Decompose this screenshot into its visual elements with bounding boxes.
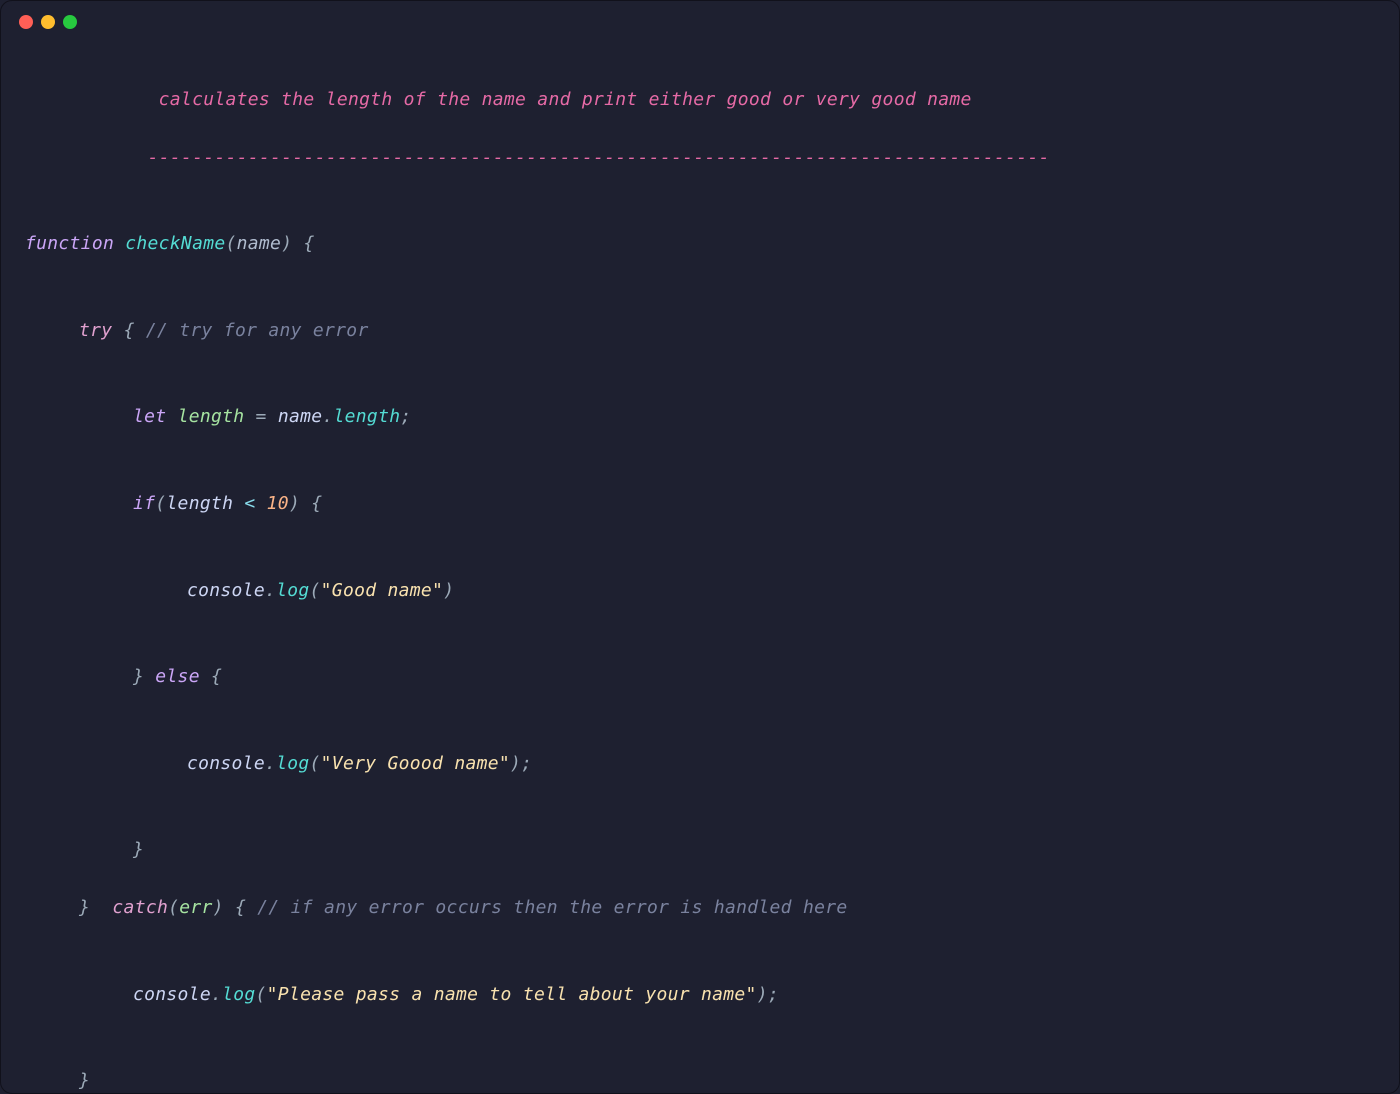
comment-catch: // if any error occurs then the error is… bbox=[257, 897, 847, 918]
brace-open: { bbox=[303, 233, 314, 254]
comment-divider: ----------------------------------------… bbox=[148, 147, 1050, 168]
dot: . bbox=[265, 753, 276, 774]
console-ref: console bbox=[133, 984, 211, 1005]
brace-open: { bbox=[211, 666, 222, 687]
method-log: log bbox=[276, 753, 309, 774]
paren-close: ) bbox=[213, 897, 224, 918]
paren-close: ) bbox=[289, 493, 300, 514]
op-lt: < bbox=[244, 493, 255, 514]
function-name: checkName bbox=[125, 233, 225, 254]
keyword-try: try bbox=[79, 320, 112, 341]
keyword-else: else bbox=[155, 666, 200, 687]
brace-close: } bbox=[133, 839, 144, 860]
code-line: function checkName(name) { bbox=[25, 230, 1375, 259]
header-comment: calculates the length of the name and pr… bbox=[159, 89, 972, 110]
code-line: if(length < 10) { bbox=[25, 490, 1375, 519]
var-length: length bbox=[178, 406, 245, 427]
paren-open: ( bbox=[256, 984, 267, 1005]
semicolon: ; bbox=[521, 753, 532, 774]
string-verygood: "Very Goood name" bbox=[321, 753, 510, 774]
console-ref: console bbox=[187, 580, 265, 601]
paren-close: ) bbox=[281, 233, 292, 254]
paren-open: ( bbox=[310, 753, 321, 774]
paren-open: ( bbox=[310, 580, 321, 601]
window-titlebar bbox=[1, 1, 1399, 37]
dot: . bbox=[211, 984, 222, 1005]
brace-close: } bbox=[79, 897, 90, 918]
semicolon: ; bbox=[768, 984, 779, 1005]
dot: . bbox=[322, 406, 333, 427]
paren-close: ) bbox=[443, 580, 454, 601]
brace-open: { bbox=[235, 897, 246, 918]
code-line: console.log("Very Goood name"); bbox=[25, 750, 1375, 779]
string-good: "Good name" bbox=[321, 580, 444, 601]
number-ten: 10 bbox=[267, 493, 289, 514]
string-please: "Please pass a name to tell about your n… bbox=[267, 984, 757, 1005]
prop-length: length bbox=[334, 406, 401, 427]
paren-open: ( bbox=[155, 493, 166, 514]
minimize-icon[interactable] bbox=[41, 15, 55, 29]
code-line: } bbox=[25, 1067, 1375, 1094]
paren-close: ) bbox=[757, 984, 768, 1005]
comment-try: // try for any error bbox=[146, 320, 369, 341]
maximize-icon[interactable] bbox=[63, 15, 77, 29]
brace-close: } bbox=[133, 666, 144, 687]
code-line: try { // try for any error bbox=[25, 317, 1375, 346]
code-line: console.log("Good name") bbox=[25, 577, 1375, 606]
method-log: log bbox=[276, 580, 309, 601]
param-name: name bbox=[237, 233, 282, 254]
code-line: } catch(err) { // if any error occurs th… bbox=[25, 894, 1375, 923]
code-line: let length = name.length; bbox=[25, 403, 1375, 432]
keyword-function: function bbox=[25, 233, 114, 254]
op-eq: = bbox=[256, 406, 267, 427]
close-icon[interactable] bbox=[19, 15, 33, 29]
code-window: calculates the length of the name and pr… bbox=[0, 0, 1400, 1094]
brace-close: } bbox=[79, 1070, 90, 1091]
name-ref: name bbox=[278, 406, 323, 427]
code-line: } bbox=[25, 836, 1375, 865]
paren-open: ( bbox=[168, 897, 179, 918]
code-area: calculates the length of the name and pr… bbox=[1, 37, 1399, 1094]
code-line: ----------------------------------------… bbox=[25, 144, 1375, 173]
paren-close: ) bbox=[510, 753, 521, 774]
console-ref: console bbox=[187, 753, 265, 774]
brace-open: { bbox=[311, 493, 322, 514]
brace-open: { bbox=[124, 320, 135, 341]
param-err: err bbox=[179, 897, 212, 918]
keyword-if: if bbox=[133, 493, 155, 514]
code-line: } else { bbox=[25, 663, 1375, 692]
keyword-let: let bbox=[133, 406, 166, 427]
keyword-catch: catch bbox=[112, 897, 168, 918]
code-line: console.log("Please pass a name to tell … bbox=[25, 981, 1375, 1010]
semicolon: ; bbox=[400, 406, 411, 427]
var-ref: length bbox=[166, 493, 233, 514]
method-log: log bbox=[222, 984, 255, 1005]
dot: . bbox=[265, 580, 276, 601]
paren-open: ( bbox=[225, 233, 236, 254]
code-line: calculates the length of the name and pr… bbox=[25, 86, 1375, 115]
